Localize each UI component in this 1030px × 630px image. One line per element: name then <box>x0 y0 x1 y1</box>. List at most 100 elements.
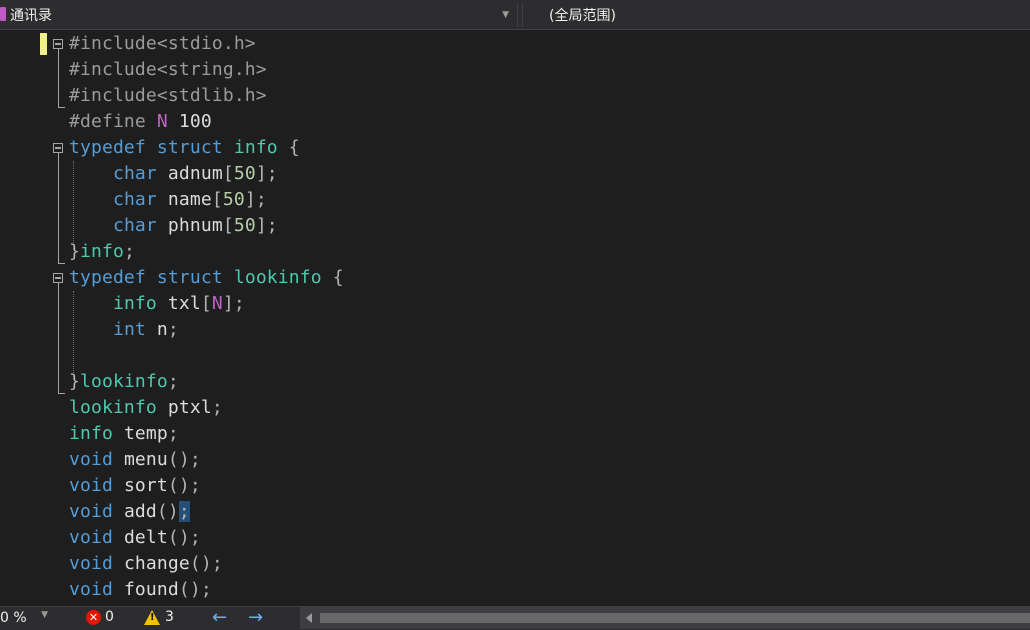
code-line[interactable]: info temp; <box>69 421 344 447</box>
code-line[interactable]: #include<stdio.h> <box>69 31 344 57</box>
code-token: <stdio.h> <box>156 33 256 54</box>
collapse-icon[interactable] <box>53 273 63 283</box>
fold-end <box>58 393 65 394</box>
code-line[interactable]: void add(); <box>69 499 344 525</box>
code-line[interactable]: #include<stdlib.h> <box>69 83 344 109</box>
code-text[interactable]: #include<stdio.h> #include<string.h> #incl… <box>69 31 344 603</box>
code-token: (); <box>167 475 201 496</box>
code-token: #define <box>69 111 157 132</box>
code-token: ; <box>123 241 135 262</box>
zoom-level: 0 % <box>0 610 27 626</box>
code-token: { <box>277 137 300 158</box>
code-token: info <box>69 423 113 444</box>
code-line[interactable]: }lookinfo; <box>69 369 344 395</box>
code-token: ; <box>167 423 179 444</box>
error-count-value: 0 <box>105 609 114 625</box>
code-token: ; <box>167 319 179 340</box>
code-token: char <box>112 163 157 184</box>
code-line[interactable]: lookinfo ptxl; <box>69 395 344 421</box>
zoom-dropdown[interactable]: 0 % ▼ <box>0 610 52 626</box>
code-token: [ <box>200 293 212 314</box>
scroll-left-icon[interactable] <box>306 613 312 623</box>
code-line[interactable]: void sort(); <box>69 473 344 499</box>
code-token: menu <box>112 449 168 470</box>
scroll-thumb[interactable] <box>320 613 1030 623</box>
code-token: (); <box>167 449 201 470</box>
arrow-left-icon[interactable]: ← <box>212 607 227 628</box>
code-token: txl <box>156 293 201 314</box>
code-line[interactable]: #include<string.h> <box>69 57 344 83</box>
warning-icon: ! <box>144 609 160 625</box>
code-line[interactable] <box>69 343 344 369</box>
chevron-down-icon[interactable]: ▼ <box>41 610 48 626</box>
code-token: struct <box>156 137 223 158</box>
code-line[interactable]: typedef struct info { <box>69 135 344 161</box>
code-line[interactable]: char phnum[50]; <box>69 213 344 239</box>
code-token: add <box>112 501 157 522</box>
fold-line <box>58 153 59 263</box>
code-editor[interactable]: #include<stdio.h> #include<string.h> #incl… <box>0 31 1030 606</box>
code-token: char <box>112 215 157 236</box>
code-line[interactable]: int n; <box>69 317 344 343</box>
code-token: ; <box>178 501 190 522</box>
code-line[interactable]: info txl[N]; <box>69 291 344 317</box>
project-dropdown[interactable]: 通讯录 ▼ <box>6 3 518 27</box>
code-token: #include <box>69 59 157 80</box>
code-line[interactable]: #define N 100 <box>69 109 344 135</box>
fold-end <box>58 263 65 264</box>
fold-line <box>58 49 59 107</box>
code-token: <stdlib.h> <box>156 85 267 106</box>
collapse-icon[interactable] <box>53 39 63 49</box>
code-token: } <box>69 371 80 392</box>
horizontal-scrollbar[interactable] <box>300 607 1030 629</box>
code-token: phnum <box>156 215 223 236</box>
code-line[interactable]: void found(); <box>69 577 344 603</box>
code-line[interactable]: char adnum[50]; <box>69 161 344 187</box>
code-token: 100 <box>167 111 212 132</box>
code-token: char <box>112 189 157 210</box>
code-token: N <box>156 111 168 132</box>
code-token: [ <box>222 215 234 236</box>
code-line[interactable]: void menu(); <box>69 447 344 473</box>
code-token: } <box>69 241 80 262</box>
code-token: void <box>69 553 113 574</box>
code-token: [ <box>222 163 234 184</box>
code-token: ]; <box>244 189 267 210</box>
error-count[interactable]: ✕ 0 <box>86 609 114 625</box>
code-line[interactable]: void delt(); <box>69 525 344 551</box>
code-token: { <box>321 267 344 288</box>
code-token: [ <box>211 189 223 210</box>
code-token: ]; <box>255 163 278 184</box>
code-line[interactable]: char name[50]; <box>69 187 344 213</box>
warning-count[interactable]: ! 3 <box>144 609 174 625</box>
code-token: 50 <box>222 189 245 210</box>
error-icon: ✕ <box>86 609 101 625</box>
chevron-down-icon[interactable]: ▼ <box>502 10 509 20</box>
code-line[interactable]: typedef struct lookinfo { <box>69 265 344 291</box>
code-token: change <box>112 553 190 574</box>
collapse-icon[interactable] <box>53 143 63 153</box>
code-token: sort <box>112 475 168 496</box>
status-bar: 0 % ▼ ✕ 0 ! 3 ← → <box>0 606 1030 630</box>
arrow-right-icon[interactable]: → <box>248 607 263 628</box>
scope-dropdown[interactable]: (全局范围) <box>522 3 1030 27</box>
code-token: N <box>211 293 223 314</box>
code-token: #include <box>69 85 157 106</box>
code-token: typedef <box>69 137 146 158</box>
scope-name: (全局范围) <box>549 8 616 24</box>
code-token: lookinfo <box>69 397 157 418</box>
warning-count-value: 3 <box>165 609 174 625</box>
code-line[interactable]: }info; <box>69 239 344 265</box>
code-token: lookinfo <box>80 371 168 392</box>
code-line[interactable]: void change(); <box>69 551 344 577</box>
code-token: info <box>233 137 278 158</box>
code-token: typedef <box>69 267 146 288</box>
code-token: () <box>156 501 179 522</box>
code-token: void <box>69 527 113 548</box>
code-token: 50 <box>233 215 256 236</box>
